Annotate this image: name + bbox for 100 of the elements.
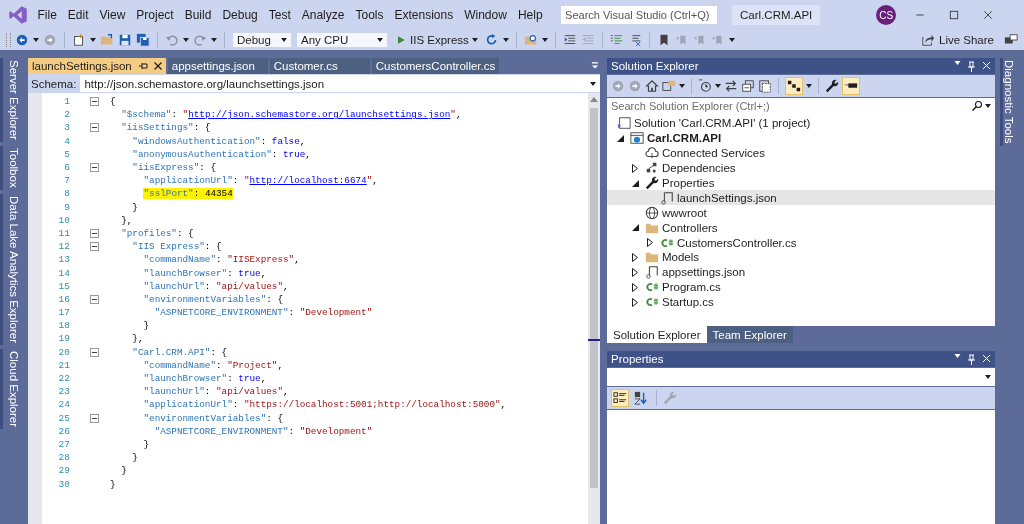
code-line: } xyxy=(142,438,150,450)
code-line: "anonymousAuthentication": true, xyxy=(131,148,311,160)
menu-item[interactable]: View xyxy=(94,5,131,25)
tree-item-label: Solution 'Carl.CRM.API' (1 project) xyxy=(634,117,811,130)
line-number: 15 xyxy=(57,280,70,292)
solution-name: Carl.CRM.API xyxy=(732,5,821,25)
line-number: 30 xyxy=(57,478,70,490)
line-number: 10 xyxy=(57,214,70,226)
code-line: "launchBrowser": true, xyxy=(142,267,267,279)
platform-dropdown[interactable]: Any CPU xyxy=(296,32,388,48)
schema-label: Schema: xyxy=(31,77,77,90)
line-number: 7 xyxy=(63,175,70,187)
tree-item-label: appsettings.json xyxy=(662,266,746,279)
code-line: "environmentVariables": { xyxy=(142,412,283,424)
code-line: { xyxy=(110,96,116,108)
tree-item[interactable]: wwwroot xyxy=(607,205,995,221)
menu-item[interactable]: Project xyxy=(130,5,180,25)
panel-tab[interactable]: Solution Explorer xyxy=(607,326,707,343)
code-line: "applicationUrl": "http://localhost:6674", xyxy=(142,175,378,187)
user-avatar[interactable]: CS xyxy=(876,5,897,25)
menu-item[interactable]: Tools xyxy=(349,5,389,25)
line-number: 14 xyxy=(57,267,70,279)
panel-tab[interactable]: Team Explorer xyxy=(706,326,793,343)
line-number: 4 xyxy=(63,135,70,147)
menu-item[interactable]: File xyxy=(32,5,63,25)
configuration-dropdown[interactable]: Debug xyxy=(232,32,292,48)
line-number: 24 xyxy=(57,399,70,411)
menu-item[interactable]: Analyze xyxy=(296,5,350,25)
line-number: 5 xyxy=(63,148,70,160)
code-line: "iisSettings": { xyxy=(120,122,211,134)
editor-tab[interactable]: appsettings.json xyxy=(167,58,268,74)
code-line: "launchUrl": "api/values", xyxy=(142,386,289,398)
menu-item[interactable]: Window xyxy=(458,5,513,25)
line-number: 18 xyxy=(57,320,70,332)
search-field[interactable]: Search Visual Studio (Ctrl+Q) xyxy=(560,5,719,25)
tree-item-label: Models xyxy=(662,251,700,264)
code-line: }, xyxy=(131,333,144,345)
tree-item-label: Program.cs xyxy=(662,281,721,294)
line-number: 13 xyxy=(57,254,70,266)
line-number: 17 xyxy=(57,307,70,319)
tree-item[interactable]: Models xyxy=(607,250,995,265)
code-line: "applicationUrl": "https://localhost:5001;http://localhost:5000", xyxy=(142,399,507,411)
code-line: } xyxy=(110,478,116,490)
menu-item[interactable]: Extensions xyxy=(389,5,459,25)
line-number: 3 xyxy=(63,122,70,134)
menu-item[interactable]: Debug xyxy=(216,5,264,25)
line-number: 9 xyxy=(63,201,70,213)
line-number: 8 xyxy=(63,188,70,200)
code-line: "windowsAuthentication": false, xyxy=(131,135,306,147)
tree-item[interactable]: Controllers xyxy=(607,220,995,236)
menu-item[interactable]: Test xyxy=(263,5,297,25)
menu-item[interactable]: Help xyxy=(512,5,549,25)
tree-item-label: Carl.CRM.API xyxy=(647,132,722,145)
tree-item-label: Dependencies xyxy=(662,162,736,175)
tree-item-label: Connected Services xyxy=(662,147,765,160)
line-number: 27 xyxy=(57,438,70,450)
line-number: 20 xyxy=(57,346,70,358)
line-number: 28 xyxy=(57,452,70,464)
schema-dropdown[interactable]: http://json.schemastore.org/launchsettings.json xyxy=(80,75,600,92)
code-line: }, xyxy=(120,214,133,226)
tree-item[interactable]: CustomersController.cs xyxy=(607,235,995,250)
menu-item[interactable]: Build xyxy=(179,5,217,25)
code-line: "iisExpress": { xyxy=(131,162,216,174)
tree-item[interactable]: appsettings.json xyxy=(607,264,995,280)
editor-tab[interactable]: CustomersController.cs xyxy=(371,58,500,74)
code-line: "ASPNETCORE_ENVIRONMENT": "Development" xyxy=(153,425,373,437)
tree-item[interactable]: Properties xyxy=(607,175,995,191)
code-line: "commandName": "IISExpress", xyxy=(142,254,300,266)
code-line: } xyxy=(131,201,138,213)
run-button[interactable]: IIS Express xyxy=(392,34,481,46)
tool-window-tab[interactable]: Data Lake Analytics Explorer xyxy=(0,193,24,345)
line-number: 22 xyxy=(57,373,70,385)
live-share-button[interactable]: Live Share xyxy=(915,32,1000,48)
tool-window-tab[interactable]: Cloud Explorer xyxy=(0,348,24,429)
tree-item[interactable]: Carl.CRM.API xyxy=(607,130,995,146)
tool-window-tab[interactable]: Server Explorer xyxy=(0,58,24,142)
code-line: "launchBrowser": true, xyxy=(142,373,267,385)
line-number: 29 xyxy=(57,465,70,477)
tree-item-label: Startup.cs xyxy=(662,296,714,309)
line-number: 1 xyxy=(63,96,70,108)
tool-window-tab[interactable]: Diagnostic Tools xyxy=(1000,58,1015,146)
search-field[interactable]: Search Solution Explorer (Ctrl+;) xyxy=(607,98,995,114)
tree-item[interactable]: Solution 'Carl.CRM.API' (1 project) xyxy=(607,116,995,131)
menu-item[interactable]: Edit xyxy=(62,5,95,25)
editor-tab[interactable]: Customer.cs xyxy=(269,58,370,74)
tool-window-tab[interactable]: Toolbox xyxy=(0,145,24,190)
panel-title: Properties xyxy=(611,353,664,365)
tree-item-label: launchSettings.json xyxy=(677,191,777,204)
tree-item[interactable]: Connected Services xyxy=(607,145,995,161)
code-line: "Carl.CRM.API": { xyxy=(131,346,228,358)
tree-item[interactable]: Program.cs xyxy=(607,279,995,295)
tree-item[interactable]: launchSettings.json xyxy=(607,190,995,206)
tree-item[interactable]: Startup.cs xyxy=(607,294,995,310)
line-number: 2 xyxy=(63,109,70,121)
code-line: "launchUrl": "api/values", xyxy=(142,280,289,292)
tree-item[interactable]: Dependencies xyxy=(607,160,995,176)
tree-item-label: CustomersController.cs xyxy=(677,236,797,249)
editor-tab[interactable]: launchSettings.json xyxy=(28,58,166,74)
tree-item-label: Controllers xyxy=(662,221,718,234)
line-number: 21 xyxy=(57,359,70,371)
